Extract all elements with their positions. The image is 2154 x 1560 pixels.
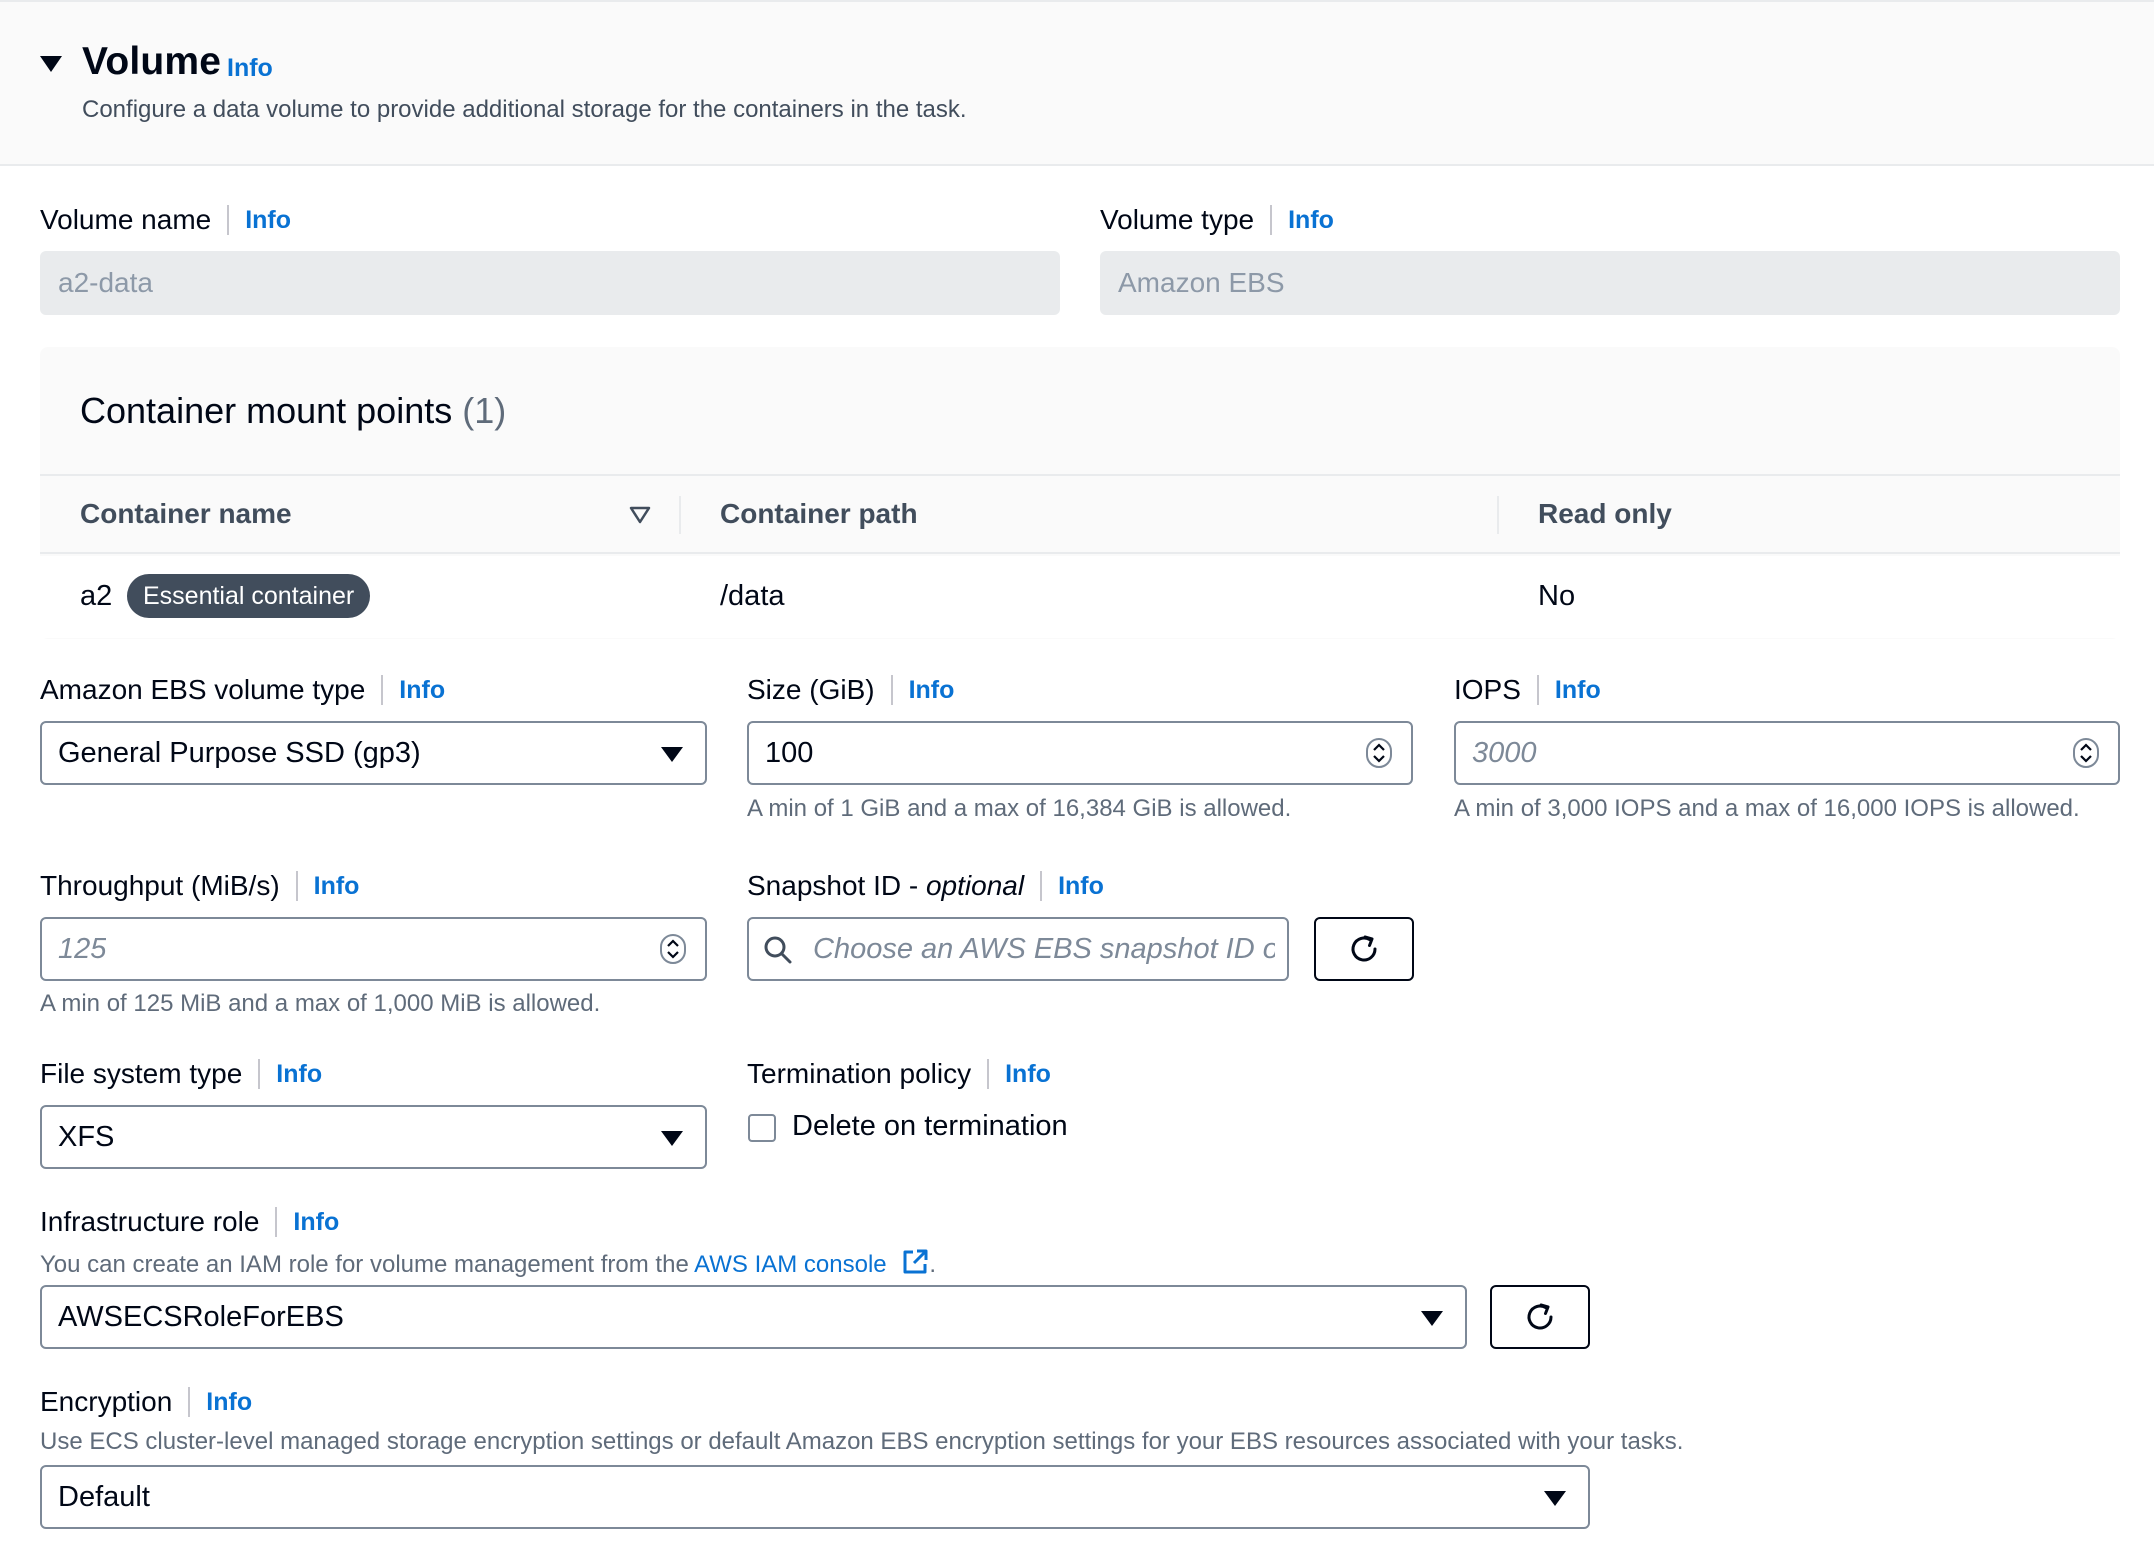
delete-on-termination-label[interactable]: Delete on termination: [792, 1110, 1068, 1143]
iops-input[interactable]: 3000: [1454, 721, 2120, 785]
delete-on-termination-checkbox[interactable]: [748, 1114, 776, 1142]
dropdown-caret-icon: [661, 1131, 683, 1146]
refresh-snapshots-button[interactable]: [1314, 917, 1414, 981]
volume-name-info-link[interactable]: Info: [227, 205, 291, 235]
mount-points-title: Container mount points (1): [80, 390, 507, 431]
ebs-volume-type-select[interactable]: General Purpose SSD (gp3): [40, 721, 707, 785]
encryption-label: Encryption Info: [40, 1386, 253, 1417]
mount-points-count: (1): [462, 390, 507, 431]
throughput-info-link[interactable]: Info: [295, 871, 359, 901]
refresh-icon: [1527, 1303, 1553, 1330]
refresh-roles-button[interactable]: [1490, 1285, 1590, 1349]
external-link-icon[interactable]: [901, 1248, 929, 1276]
dropdown-caret-icon: [661, 747, 683, 762]
volume-config-page: Volume Info Configure a data volume to p…: [0, 0, 2154, 1560]
dropdown-caret-icon: [1544, 1491, 1566, 1506]
number-stepper-icon[interactable]: [1365, 737, 1393, 769]
infrastructure-role-label: Infrastructure role Info: [40, 1206, 340, 1237]
refresh-icon: [1351, 935, 1377, 962]
cell-container-path: /data: [720, 580, 785, 612]
column-container-name[interactable]: Container name: [80, 498, 292, 530]
section-info-link[interactable]: Info: [227, 54, 273, 83]
encryption-info-link[interactable]: Info: [188, 1387, 252, 1417]
infrastructure-role-select[interactable]: AWSECSRoleForEBS: [40, 1285, 1467, 1349]
ebs-volume-type-info-link[interactable]: Info: [381, 675, 445, 705]
size-label: Size (GiB) Info: [747, 674, 955, 705]
volume-name-field: a2-data: [40, 251, 1060, 315]
file-system-type-info-link[interactable]: Info: [258, 1059, 322, 1089]
volume-type-field: Amazon EBS: [1100, 251, 2120, 315]
snapshot-id-label: Snapshot ID - optional Info: [747, 870, 1104, 901]
iops-label: IOPS Info: [1454, 674, 1601, 705]
file-system-type-select[interactable]: XFS: [40, 1105, 707, 1169]
section-title: Volume: [82, 40, 222, 83]
file-system-type-label: File system type Info: [40, 1058, 323, 1089]
iops-hint: A min of 3,000 IOPS and a max of 16,000 …: [1454, 795, 2080, 822]
volume-section-header: Volume Info Configure a data volume to p…: [0, 0, 2154, 166]
mount-points-table-header: [40, 474, 2120, 554]
cell-container-name: a2: [80, 580, 113, 612]
volume-type-label: Volume type Info: [1100, 204, 1334, 235]
volume-type-info-link[interactable]: Info: [1270, 205, 1334, 235]
number-stepper-icon[interactable]: [2072, 737, 2100, 769]
section-description: Configure a data volume to provide addit…: [82, 96, 967, 123]
throughput-input[interactable]: 125: [40, 917, 707, 981]
column-container-path: Container path: [720, 498, 918, 529]
aws-iam-console-link[interactable]: AWS IAM console: [694, 1251, 887, 1278]
encryption-hint: Use ECS cluster-level managed storage en…: [40, 1428, 1684, 1455]
iops-info-link[interactable]: Info: [1536, 675, 1601, 705]
size-input[interactable]: 100: [747, 721, 1413, 785]
search-icon: [764, 936, 792, 964]
snapshot-id-search[interactable]: Choose an AWS EBS snapshot ID or e: [747, 917, 1289, 981]
termination-policy-info-link[interactable]: Info: [987, 1059, 1051, 1089]
size-info-link[interactable]: Info: [890, 675, 954, 705]
volume-name-label: Volume name Info: [40, 204, 292, 235]
dropdown-caret-icon: [1421, 1311, 1443, 1326]
infrastructure-role-hint: You can create an IAM role for volume ma…: [40, 1248, 936, 1279]
snapshot-id-info-link[interactable]: Info: [1040, 871, 1104, 901]
termination-policy-label: Termination policy Info: [747, 1058, 1051, 1089]
ebs-volume-type-label: Amazon EBS volume type Info: [40, 674, 446, 705]
throughput-hint: A min of 125 MiB and a max of 1,000 MiB …: [40, 990, 601, 1017]
infrastructure-role-info-link[interactable]: Info: [275, 1207, 339, 1237]
column-divider: [679, 496, 681, 534]
column-read-only: Read only: [1538, 498, 1672, 529]
sort-descending-icon[interactable]: [629, 505, 651, 525]
size-hint: A min of 1 GiB and a max of 16,384 GiB i…: [747, 795, 1292, 822]
cell-read-only: No: [1538, 580, 1576, 612]
column-divider: [1497, 496, 1499, 534]
throughput-label: Throughput (MiB/s) Info: [40, 870, 360, 901]
essential-container-badge: Essential container: [127, 574, 371, 618]
encryption-select[interactable]: Default: [40, 1465, 1590, 1529]
number-stepper-icon[interactable]: [659, 933, 687, 965]
collapse-caret-icon[interactable]: [40, 56, 62, 72]
